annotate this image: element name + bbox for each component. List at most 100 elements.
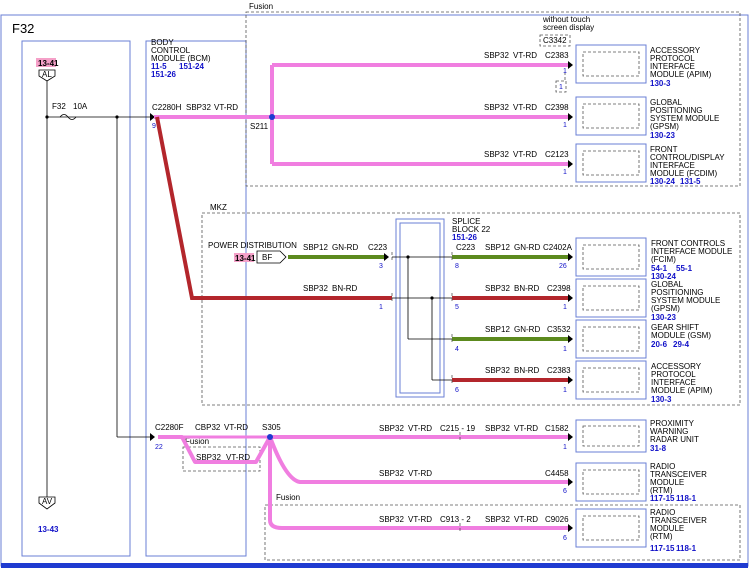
row-pin: 1 bbox=[563, 304, 567, 311]
module-inner bbox=[582, 244, 640, 270]
row-pin: 1 bbox=[563, 346, 567, 353]
fuse-stack-frame bbox=[21, 40, 131, 557]
left-wire-2-color: BN-RD bbox=[332, 284, 358, 293]
module-box bbox=[575, 508, 647, 548]
row-arrow bbox=[568, 524, 573, 532]
module-inner bbox=[582, 367, 640, 393]
module-ref-1: 130-24 bbox=[650, 177, 675, 186]
row-circuit: SBP32 bbox=[485, 366, 510, 375]
row-color: VT-RD bbox=[408, 424, 432, 433]
row-arrow bbox=[568, 433, 573, 441]
row-arrow bbox=[568, 113, 573, 121]
splice-block-ref: 151-26 bbox=[452, 233, 477, 242]
module-name-3: (FCIM) bbox=[651, 255, 676, 264]
module-ref-1: 20-6 bbox=[651, 340, 668, 349]
row-connector: C2383 bbox=[545, 51, 569, 60]
power-tag-label: BF bbox=[262, 253, 272, 262]
row-color-2: VT-RD bbox=[514, 515, 538, 524]
fuse-junction bbox=[45, 115, 49, 119]
row-connector: C2383 bbox=[547, 366, 571, 375]
row-splice-pin: 5 bbox=[455, 304, 459, 311]
mkz-row-gsm: 4 SBP12 GN-RD C3532 1 GEAR SHIFT MODULE … bbox=[451, 319, 711, 359]
module-name-4: (GPSM) bbox=[651, 304, 680, 313]
row-connector: C2123 bbox=[545, 150, 569, 159]
module-name-2: MODULE (GSM) bbox=[651, 331, 711, 340]
module-ref-1: 130-3 bbox=[650, 79, 671, 88]
fusion-note-line-2: screen display bbox=[543, 23, 594, 32]
row-color: VT-RD bbox=[408, 469, 432, 478]
row-connector: C1582 bbox=[545, 424, 569, 433]
top-ref: 13-41 bbox=[38, 59, 59, 68]
module-ref-1: 117-15 bbox=[650, 544, 675, 553]
module-ref-2: 131-5 bbox=[680, 177, 701, 186]
row-color-2: VT-RD bbox=[514, 424, 538, 433]
row-circuit: SBP12 bbox=[485, 325, 510, 334]
row-color: VT-RD bbox=[513, 150, 537, 159]
module-name-4: (RTM) bbox=[650, 532, 673, 541]
row-circuit: SBP32 bbox=[484, 51, 509, 60]
bcm-connector-h: C2280H bbox=[152, 103, 182, 112]
row-arrow bbox=[568, 478, 573, 486]
module-inner bbox=[582, 326, 640, 352]
row-pin: 1 bbox=[563, 68, 567, 75]
row-circuit: SBP32 bbox=[379, 424, 404, 433]
module-ref-1: 117-15 bbox=[650, 494, 675, 503]
splice-dot-bn bbox=[430, 296, 434, 300]
bcm-bus-bottom-arrow bbox=[150, 433, 155, 441]
row-color: GN-RD bbox=[514, 243, 540, 252]
module-box bbox=[575, 237, 647, 277]
row-color: VT-RD bbox=[513, 51, 537, 60]
row-connector: C4458 bbox=[545, 469, 569, 478]
row-pin: 6 bbox=[563, 535, 567, 542]
splice-dot-gn bbox=[406, 255, 410, 259]
row-pin: 26 bbox=[559, 263, 567, 270]
row-circuit-2: SBP32 bbox=[485, 515, 510, 524]
row-connector: C9026 bbox=[545, 515, 569, 524]
bcm-connector-f: C2280F bbox=[155, 423, 184, 432]
left-wire-1-color: GN-RD bbox=[332, 243, 358, 252]
wiring-diagram: F32 13-41 AL F32 10A AV 13-43 BODY CONTR… bbox=[0, 0, 752, 570]
bottom-ref: 13-43 bbox=[38, 525, 59, 534]
module-inner bbox=[582, 469, 640, 495]
module-name-4: MODULE (APIM) bbox=[650, 70, 712, 79]
mkz-row-gpsm: 5 SBP32 BN-RD C2398 1 GLOBAL POSITIONING… bbox=[451, 278, 720, 322]
row-pin: 1 bbox=[563, 387, 567, 394]
row-arrow bbox=[568, 61, 573, 69]
row-arrow bbox=[568, 160, 573, 168]
module-box bbox=[575, 44, 647, 84]
module-ref-1: 130-3 bbox=[651, 395, 672, 404]
row-circuit: SBP12 bbox=[485, 243, 510, 252]
row-circuit-2: SBP32 bbox=[485, 424, 510, 433]
module-name-3: RADAR UNIT bbox=[650, 435, 699, 444]
row-circuit: SBP32 bbox=[379, 469, 404, 478]
module-inner bbox=[582, 51, 640, 77]
row-arrow bbox=[568, 376, 573, 384]
left-wire-1-pin: 3 bbox=[379, 263, 383, 270]
module-inner bbox=[582, 285, 640, 311]
module-ref-2: 118-1 bbox=[676, 494, 697, 503]
fusion-note-connector: C3342 bbox=[543, 36, 567, 45]
wire-sbp32-bn-rd-feed bbox=[155, 116, 392, 300]
module-inner bbox=[582, 103, 640, 129]
row-color: BN-RD bbox=[514, 284, 540, 293]
row-color: VT-RD bbox=[408, 515, 432, 524]
wiring-diagram-canvas: F32 13-41 AL F32 10A AV 13-43 BODY CONTR… bbox=[0, 2, 749, 568]
splice-s211 bbox=[269, 114, 275, 120]
fuse-block-label: F32 bbox=[12, 21, 34, 36]
splice-s305 bbox=[267, 434, 273, 440]
mkz-row-fcim: C223 8 SBP12 GN-RD C2402A 26 FRONT CONTR… bbox=[451, 237, 732, 281]
module-inner bbox=[582, 425, 640, 447]
module-inner bbox=[582, 515, 640, 541]
fusion-lower-title: Fusion bbox=[276, 493, 300, 502]
row-pin: 1 bbox=[563, 122, 567, 129]
bottom-circuit: CBP32 bbox=[195, 423, 221, 432]
row-color: GN-RD bbox=[514, 325, 540, 334]
bcm-connector-f-pin: 22 bbox=[155, 444, 163, 451]
bcm-connector-h-pin: 9 bbox=[152, 123, 156, 130]
row-pin: 1 bbox=[563, 169, 567, 176]
power-ref: 13-41 bbox=[235, 254, 256, 263]
bcm-ref-2: 151-24 bbox=[179, 62, 204, 71]
row-connector: C2398 bbox=[547, 284, 571, 293]
row-connector: C2402A bbox=[543, 243, 573, 252]
splice-s305-label: S305 bbox=[262, 423, 281, 432]
